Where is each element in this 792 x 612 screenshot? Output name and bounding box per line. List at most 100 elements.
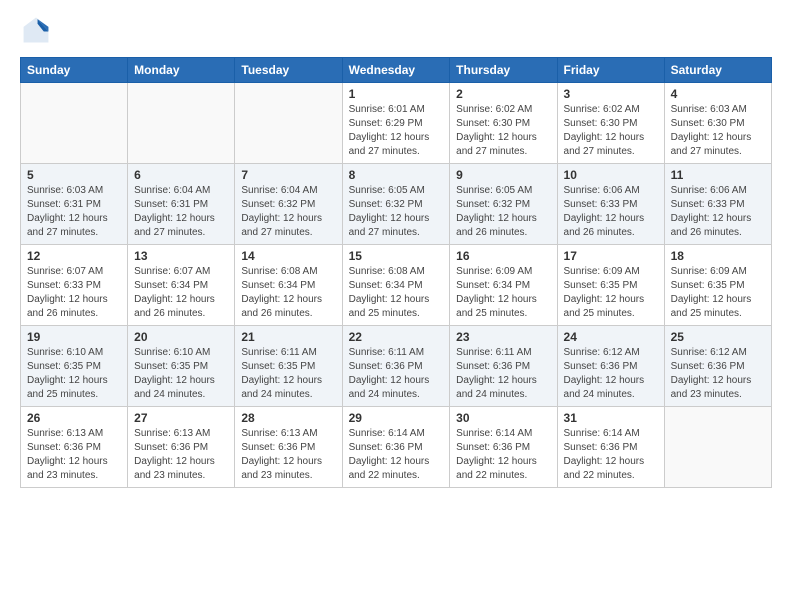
calendar-cell: 2 Sunrise: 6:02 AM Sunset: 6:30 PM Daylig… <box>450 83 557 164</box>
day-info: Sunrise: 6:12 AM Sunset: 6:36 PM Dayligh… <box>671 346 765 402</box>
calendar-cell: 8 Sunrise: 6:05 AM Sunset: 6:32 PM Daylig… <box>342 164 450 245</box>
day-info: Sunrise: 6:05 AM Sunset: 6:32 PM Dayligh… <box>456 184 550 240</box>
day-info: Sunrise: 6:11 AM Sunset: 6:36 PM Dayligh… <box>456 346 550 402</box>
day-number: 11 <box>671 168 765 182</box>
calendar-cell: 7Sunrise: 6:04 AM Sunset: 6:32 PM Daylig… <box>235 164 342 245</box>
calendar-cell: 22Sunrise: 6:11 AM Sunset: 6:36 PM Dayli… <box>342 326 450 407</box>
day-info: Sunrise: 6:08 AM Sunset: 6:34 PM Dayligh… <box>241 265 335 321</box>
day-number: 3 <box>564 87 658 101</box>
day-number: 5 <box>27 168 121 182</box>
day-number: 4 <box>671 87 765 101</box>
calendar-cell <box>21 83 128 164</box>
day-info: Sunrise: 6:08 AM Sunset: 6:34 PM Dayligh… <box>349 265 444 321</box>
day-info: Sunrise: 6:11 AM Sunset: 6:35 PM Dayligh… <box>241 346 335 402</box>
day-number: 28 <box>241 411 335 425</box>
calendar-header-tuesday: Tuesday <box>235 58 342 83</box>
day-number: 15 <box>349 249 444 263</box>
day-info: Sunrise: 6:10 AM Sunset: 6:35 PM Dayligh… <box>134 346 228 402</box>
day-number: 17 <box>564 249 658 263</box>
day-info: Sunrise: 6:01 AM Sunset: 6:29 PM Dayligh… <box>349 103 444 159</box>
day-number: 25 <box>671 330 765 344</box>
calendar-cell: 21 Sunrise: 6:11 AM Sunset: 6:35 PM Dayli… <box>235 326 342 407</box>
calendar-cell <box>664 407 771 488</box>
day-info: Sunrise: 6:06 AM Sunset: 6:33 PM Dayligh… <box>671 184 765 240</box>
day-info: Sunrise: 6:13 AM Sunset: 6:36 PM Dayligh… <box>241 427 335 483</box>
day-info: Sunrise: 6:14 AM Sunset: 6:36 PM Dayligh… <box>564 427 658 483</box>
calendar-header-row: SundayMondayTuesdayWednesdayThursdayFrid… <box>21 58 772 83</box>
calendar-header-wednesday: Wednesday <box>342 58 450 83</box>
calendar-header-friday: Friday <box>557 58 664 83</box>
calendar-cell: 6Sunrise: 6:04 AM Sunset: 6:31 PM Daylig… <box>128 164 235 245</box>
day-number: 20 <box>134 330 228 344</box>
calendar-cell: 13Sunrise: 6:07 AM Sunset: 6:34 PM Dayli… <box>128 245 235 326</box>
calendar-cell: 31Sunrise: 6:14 AM Sunset: 6:36 PM Dayli… <box>557 407 664 488</box>
day-number: 18 <box>671 249 765 263</box>
calendar-cell: 1Sunrise: 6:01 AM Sunset: 6:29 PM Daylig… <box>342 83 450 164</box>
day-info: Sunrise: 6:05 AM Sunset: 6:32 PM Dayligh… <box>349 184 444 240</box>
day-number: 16 <box>456 249 550 263</box>
calendar-header-thursday: Thursday <box>450 58 557 83</box>
calendar-cell <box>128 83 235 164</box>
day-number: 13 <box>134 249 228 263</box>
day-info: Sunrise: 6:07 AM Sunset: 6:33 PM Dayligh… <box>27 265 121 321</box>
calendar-cell: 30 Sunrise: 6:14 AM Sunset: 6:36 PM Dayli… <box>450 407 557 488</box>
day-number: 7 <box>241 168 335 182</box>
day-number: 29 <box>349 411 444 425</box>
calendar-cell: 25 Sunrise: 6:12 AM Sunset: 6:36 PM Dayli… <box>664 326 771 407</box>
calendar-cell <box>235 83 342 164</box>
day-info: Sunrise: 6:09 AM Sunset: 6:34 PM Dayligh… <box>456 265 550 321</box>
logo <box>20 16 50 49</box>
day-info: Sunrise: 6:03 AM Sunset: 6:31 PM Dayligh… <box>27 184 121 240</box>
calendar-cell: 4 Sunrise: 6:03 AM Sunset: 6:30 PM Daylig… <box>664 83 771 164</box>
calendar-cell: 28 Sunrise: 6:13 AM Sunset: 6:36 PM Dayli… <box>235 407 342 488</box>
calendar-week-row: 19Sunrise: 6:10 AM Sunset: 6:35 PM Dayli… <box>21 326 772 407</box>
calendar-cell: 19Sunrise: 6:10 AM Sunset: 6:35 PM Dayli… <box>21 326 128 407</box>
day-number: 14 <box>241 249 335 263</box>
calendar-cell: 23 Sunrise: 6:11 AM Sunset: 6:36 PM Dayli… <box>450 326 557 407</box>
day-number: 30 <box>456 411 550 425</box>
day-info: Sunrise: 6:13 AM Sunset: 6:36 PM Dayligh… <box>134 427 228 483</box>
calendar-header-saturday: Saturday <box>664 58 771 83</box>
day-info: Sunrise: 6:14 AM Sunset: 6:36 PM Dayligh… <box>349 427 444 483</box>
day-info: Sunrise: 6:03 AM Sunset: 6:30 PM Dayligh… <box>671 103 765 159</box>
day-number: 12 <box>27 249 121 263</box>
calendar-cell: 17 Sunrise: 6:09 AM Sunset: 6:35 PM Dayli… <box>557 245 664 326</box>
day-info: Sunrise: 6:02 AM Sunset: 6:30 PM Dayligh… <box>456 103 550 159</box>
day-number: 10 <box>564 168 658 182</box>
calendar-cell: 16 Sunrise: 6:09 AM Sunset: 6:34 PM Dayli… <box>450 245 557 326</box>
calendar-header-monday: Monday <box>128 58 235 83</box>
day-number: 21 <box>241 330 335 344</box>
day-number: 24 <box>564 330 658 344</box>
day-number: 9 <box>456 168 550 182</box>
day-number: 27 <box>134 411 228 425</box>
day-number: 2 <box>456 87 550 101</box>
page-header <box>20 16 772 49</box>
day-number: 8 <box>349 168 444 182</box>
calendar-table: SundayMondayTuesdayWednesdayThursdayFrid… <box>20 57 772 488</box>
calendar-cell: 12 Sunrise: 6:07 AM Sunset: 6:33 PM Dayli… <box>21 245 128 326</box>
day-info: Sunrise: 6:04 AM Sunset: 6:31 PM Dayligh… <box>134 184 228 240</box>
day-info: Sunrise: 6:09 AM Sunset: 6:35 PM Dayligh… <box>671 265 765 321</box>
day-number: 23 <box>456 330 550 344</box>
calendar-header-sunday: Sunday <box>21 58 128 83</box>
calendar-cell: 24 Sunrise: 6:12 AM Sunset: 6:36 PM Dayli… <box>557 326 664 407</box>
calendar-cell: 29 Sunrise: 6:14 AM Sunset: 6:36 PM Dayli… <box>342 407 450 488</box>
calendar-cell: 26Sunrise: 6:13 AM Sunset: 6:36 PM Dayli… <box>21 407 128 488</box>
day-info: Sunrise: 6:14 AM Sunset: 6:36 PM Dayligh… <box>456 427 550 483</box>
calendar-cell: 10Sunrise: 6:06 AM Sunset: 6:33 PM Dayli… <box>557 164 664 245</box>
calendar-cell: 5 Sunrise: 6:03 AM Sunset: 6:31 PM Daylig… <box>21 164 128 245</box>
day-info: Sunrise: 6:09 AM Sunset: 6:35 PM Dayligh… <box>564 265 658 321</box>
day-number: 26 <box>27 411 121 425</box>
day-info: Sunrise: 6:10 AM Sunset: 6:35 PM Dayligh… <box>27 346 121 402</box>
calendar-week-row: 26 Sunrise: 6:13 AM Sunset: 6:36 PM Dayli… <box>21 407 772 488</box>
calendar-week-row: 5 Sunrise: 6:03 AM Sunset: 6:31 PM Daylig… <box>21 164 772 245</box>
calendar-cell: 9 Sunrise: 6:05 AM Sunset: 6:32 PM Daylig… <box>450 164 557 245</box>
calendar-cell: 20 Sunrise: 6:10 AM Sunset: 6:35 PM Dayli… <box>128 326 235 407</box>
calendar-cell: 14 Sunrise: 6:08 AM Sunset: 6:34 PM Dayli… <box>235 245 342 326</box>
day-info: Sunrise: 6:02 AM Sunset: 6:30 PM Dayligh… <box>564 103 658 159</box>
calendar-week-row: 12 Sunrise: 6:07 AM Sunset: 6:33 PM Dayli… <box>21 245 772 326</box>
day-info: Sunrise: 6:11 AM Sunset: 6:36 PM Dayligh… <box>349 346 444 402</box>
calendar-cell: 3 Sunrise: 6:02 AM Sunset: 6:30 PM Daylig… <box>557 83 664 164</box>
day-info: Sunrise: 6:12 AM Sunset: 6:36 PM Dayligh… <box>564 346 658 402</box>
logo-icon <box>22 16 50 44</box>
